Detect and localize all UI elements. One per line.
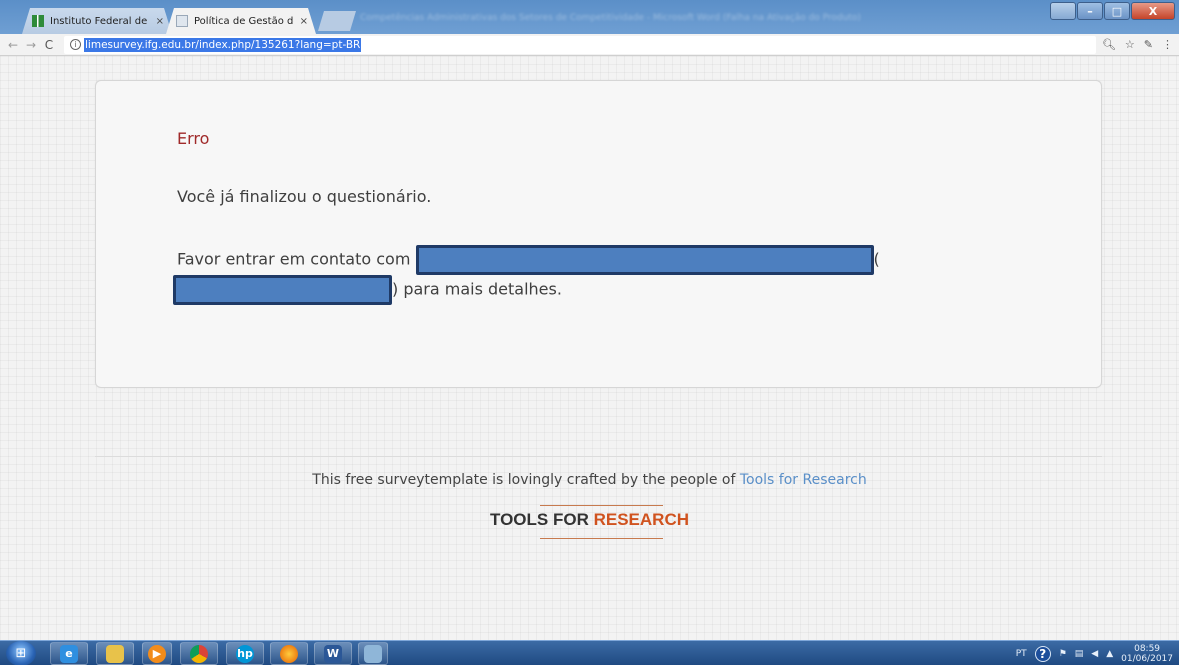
help-icon[interactable]: ? [1034,645,1051,662]
error-title: Erro [177,129,210,148]
hp-icon: hp [236,644,254,663]
forward-button[interactable]: → [22,38,40,52]
minimize-button[interactable]: – [1077,2,1103,20]
new-tab-button[interactable] [318,11,356,31]
explorer-icon [106,644,124,663]
taskbar-app[interactable] [358,642,388,665]
restore-icon[interactable] [1050,2,1076,20]
close-window-button[interactable]: X [1131,2,1175,20]
browser-toolbar: ← → C i limesurvey.ifg.edu.br/index.php/… [0,34,1179,56]
chrome-icon [190,644,208,663]
taskbar-word[interactable]: W [314,642,352,665]
windows-taskbar: ⊞ e ▶ hp W PT ? ⚑ ▤ ◀ ▲ 08:59 01/06/2017 [0,640,1179,665]
window-title: Competências Administrativas dos Setores… [360,13,861,23]
contact-suffix: ) para mais detalhes. [392,279,562,299]
language-indicator[interactable]: PT [1016,649,1027,659]
footer-credit-text: This free surveytemplate is lovingly cra… [312,472,736,488]
flag-icon[interactable]: ⚑ [1059,649,1067,659]
taskbar-chrome[interactable] [180,642,218,665]
taskbar-explorer[interactable] [96,642,134,665]
clock-date: 01/06/2017 [1121,653,1173,664]
star-icon[interactable]: ☆ [1125,38,1135,51]
tab-politica-gestao[interactable]: Política de Gestão de Pe × [166,8,316,34]
footer-divider [95,456,1102,457]
system-tray: PT ? ⚑ ▤ ◀ ▲ 08:59 01/06/2017 [939,641,1179,665]
window-controls: – □ X [1050,2,1175,20]
ie-icon: e [60,644,78,663]
error-message: Você já finalizou o questionário. [177,187,432,206]
redacted-name [415,245,874,275]
contact-message: Favor entrar em contato com ( ) para mai… [173,245,937,305]
media-icon: ▶ [148,644,166,663]
taskbar-hp[interactable]: hp [226,642,264,665]
logo-rule-top [540,505,663,506]
reload-button[interactable]: C [40,38,58,52]
address-bar[interactable]: i limesurvey.ifg.edu.br/index.php/135261… [64,35,1096,54]
error-card: Erro Você já finalizou o questionário. F… [95,80,1102,388]
ifg-favicon-icon [32,15,44,27]
word-icon: W [324,644,342,663]
info-icon[interactable]: i [70,39,81,50]
page-content: Erro Você já finalizou o questionário. F… [0,56,1179,640]
contact-open-paren: ( [873,249,880,269]
taskbar-media[interactable]: ▶ [142,642,172,665]
redacted-email [173,275,392,305]
taskbar-ie[interactable]: e [50,642,88,665]
footer-credit: This free surveytemplate is lovingly cra… [0,472,1179,488]
url-text[interactable]: limesurvey.ifg.edu.br/index.php/135261?l… [84,37,362,52]
tab-title: Política de Gestão de Pe [194,15,294,27]
tab-close-icon[interactable]: × [156,16,164,27]
menu-icon[interactable]: ⋮ [1162,38,1173,51]
notification-icon[interactable]: ▲ [1106,649,1113,659]
firefox-icon [280,644,298,663]
toolbar-icons: 🔍︎ ☆ ✎ ⋮ [1096,38,1179,51]
zoom-icon[interactable]: 🔍︎ [1102,38,1116,51]
browser-tabstrip: Instituto Federal de Goiá × Política de … [0,0,1179,34]
clock[interactable]: 08:59 01/06/2017 [1121,644,1173,664]
tab-title: Instituto Federal de Goiá [50,15,148,27]
logo-rule-bottom [540,538,663,539]
maximize-button[interactable]: □ [1104,2,1130,20]
tools-for-research-link[interactable]: Tools for Research [740,472,867,488]
tab-instituto-federal[interactable]: Instituto Federal de Goiá × [22,8,172,34]
start-button[interactable]: ⊞ [6,641,36,665]
pen-icon[interactable]: ✎ [1144,38,1153,51]
tab-close-icon[interactable]: × [300,16,308,27]
logo-text-accent: RESEARCH [593,510,689,529]
network-icon[interactable]: ▤ [1075,649,1084,659]
taskbar-firefox[interactable] [270,642,308,665]
back-button[interactable]: ← [4,38,22,52]
logo-text-primary: TOOLS FOR [490,510,589,529]
volume-icon[interactable]: ◀ [1091,649,1098,659]
app-icon [364,644,382,663]
clock-time: 08:59 [1134,643,1161,654]
page-favicon-icon [176,15,188,27]
contact-prefix: Favor entrar em contato com [177,249,411,269]
tools-for-research-logo[interactable]: TOOLS FOR RESEARCH [0,510,1179,530]
